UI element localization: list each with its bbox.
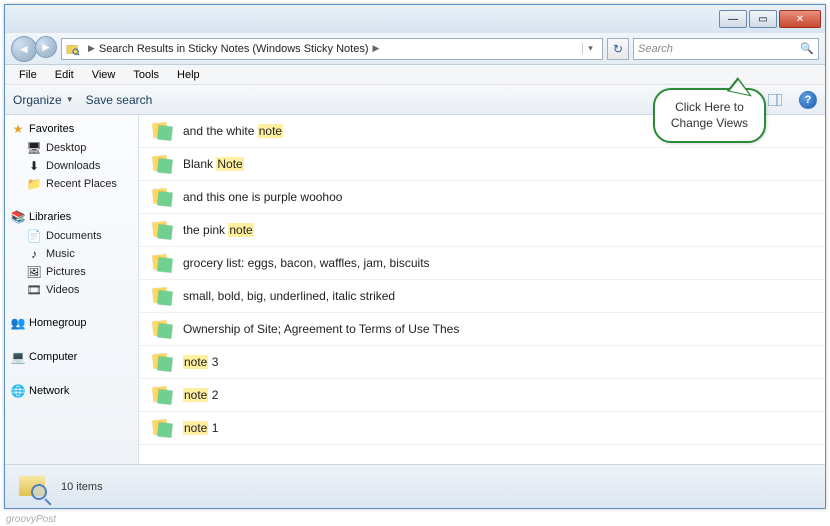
back-button[interactable]: ◄ (11, 36, 37, 62)
sidebar-item-recent-places[interactable]: 📁Recent Places (5, 175, 138, 193)
sidebar-item-downloads[interactable]: ⬇Downloads (5, 157, 138, 175)
search-input[interactable]: Search 🔍 (633, 38, 819, 60)
sticky-note-icon (151, 319, 173, 339)
titlebar: — ▭ ✕ (5, 5, 825, 33)
refresh-button[interactable]: ↻ (607, 38, 629, 60)
sticky-note-icon (151, 121, 173, 141)
homegroup-icon: 👥 (11, 316, 25, 330)
downloads-icon: ⬇ (27, 159, 41, 173)
sidebar-item-pictures[interactable]: 🖼Pictures (5, 263, 138, 281)
search-icon[interactable]: 🔍 (800, 42, 814, 55)
computer-icon: 💻 (11, 350, 25, 364)
organize-button[interactable]: Organize▼ (13, 93, 74, 107)
menu-file[interactable]: File (11, 67, 45, 83)
menu-bar: File Edit View Tools Help (5, 65, 825, 85)
navigation-pane: ★Favorites 🖥Desktop ⬇Downloads 📁Recent P… (5, 115, 139, 464)
result-title: grocery list: eggs, bacon, waffles, jam,… (183, 256, 430, 270)
annotation-callout: Click Here to Change Views (653, 88, 766, 143)
sticky-note-icon (151, 418, 173, 438)
breadcrumb-sep-icon: ▶ (88, 43, 95, 54)
sidebar-homegroup[interactable]: 👥Homegroup (5, 313, 138, 333)
result-title: the pink note (183, 223, 254, 237)
result-title: and the white note (183, 124, 283, 138)
desktop-icon: 🖥 (27, 141, 41, 155)
menu-view[interactable]: View (84, 67, 124, 83)
recent-icon: 📁 (27, 177, 41, 191)
sticky-note-icon (151, 220, 173, 240)
results-list: and the white note Blank Note and this one… (139, 115, 825, 464)
sidebar-item-documents[interactable]: 📄Documents (5, 227, 138, 245)
breadcrumb-sep-icon: ▶ (373, 43, 380, 54)
search-result-item[interactable]: the pink note (139, 214, 825, 247)
menu-edit[interactable]: Edit (47, 67, 82, 83)
result-title: note 1 (183, 421, 218, 435)
result-title: small, bold, big, underlined, italic str… (183, 289, 395, 303)
menu-tools[interactable]: Tools (125, 67, 167, 83)
search-result-item[interactable]: and this one is purple woohoo (139, 181, 825, 214)
network-icon: 🌐 (11, 384, 25, 398)
nav-bar: ◄ ► ▶ Search Results in Sticky Notes (Wi… (5, 33, 825, 65)
sidebar-item-music[interactable]: ♪Music (5, 245, 138, 263)
sticky-note-icon (151, 253, 173, 273)
sidebar-network[interactable]: 🌐Network (5, 381, 138, 401)
result-title: Ownership of Site; Agreement to Terms of… (183, 322, 459, 336)
item-count-label: 10 items (61, 481, 103, 493)
sidebar-favorites[interactable]: ★Favorites (5, 119, 138, 139)
libraries-icon: 📚 (11, 210, 25, 224)
documents-icon: 📄 (27, 229, 41, 243)
menu-help[interactable]: Help (169, 67, 208, 83)
sidebar-item-desktop[interactable]: 🖥Desktop (5, 139, 138, 157)
search-results-icon (17, 470, 51, 504)
star-icon: ★ (11, 122, 25, 136)
sidebar-item-videos[interactable]: 🎞Videos (5, 281, 138, 299)
search-folder-icon (66, 42, 80, 56)
music-icon: ♪ (27, 247, 41, 261)
search-result-item[interactable]: Blank Note (139, 148, 825, 181)
pictures-icon: 🖼 (27, 265, 41, 279)
sticky-note-icon (151, 187, 173, 207)
address-history-dropdown[interactable]: ▾ (582, 43, 598, 54)
body: ★Favorites 🖥Desktop ⬇Downloads 📁Recent P… (5, 115, 825, 464)
forward-button[interactable]: ► (35, 36, 57, 58)
search-result-item[interactable]: small, bold, big, underlined, italic str… (139, 280, 825, 313)
save-search-button[interactable]: Save search (86, 93, 153, 107)
preview-pane-button[interactable] (763, 89, 787, 111)
search-placeholder: Search (638, 43, 673, 55)
sticky-note-icon (151, 385, 173, 405)
address-path: Search Results in Sticky Notes (Windows … (99, 43, 369, 55)
sidebar-libraries[interactable]: 📚Libraries (5, 207, 138, 227)
sidebar-computer[interactable]: 💻Computer (5, 347, 138, 367)
sticky-note-icon (151, 352, 173, 372)
chevron-down-icon: ▼ (66, 95, 74, 104)
minimize-button[interactable]: — (719, 10, 747, 28)
close-button[interactable]: ✕ (779, 10, 821, 28)
result-title: note 2 (183, 388, 218, 402)
search-result-item[interactable]: Ownership of Site; Agreement to Terms of… (139, 313, 825, 346)
nav-buttons: ◄ ► (11, 36, 57, 62)
details-pane: 10 items (5, 464, 825, 508)
search-result-item[interactable]: note 1 (139, 412, 825, 445)
videos-icon: 🎞 (27, 283, 41, 297)
address-bar[interactable]: ▶ Search Results in Sticky Notes (Window… (61, 38, 603, 60)
result-title: and this one is purple woohoo (183, 190, 342, 204)
search-result-item[interactable]: grocery list: eggs, bacon, waffles, jam,… (139, 247, 825, 280)
help-button[interactable]: ? (799, 91, 817, 109)
result-title: note 3 (183, 355, 218, 369)
maximize-button[interactable]: ▭ (749, 10, 777, 28)
result-title: Blank Note (183, 157, 244, 171)
watermark: groovyPost (6, 514, 56, 525)
sticky-note-icon (151, 154, 173, 174)
search-result-item[interactable]: note 3 (139, 346, 825, 379)
sticky-note-icon (151, 286, 173, 306)
preview-pane-icon (768, 94, 782, 106)
search-result-item[interactable]: note 2 (139, 379, 825, 412)
explorer-window: — ▭ ✕ ◄ ► ▶ Search Results in Sticky Not… (4, 4, 826, 509)
